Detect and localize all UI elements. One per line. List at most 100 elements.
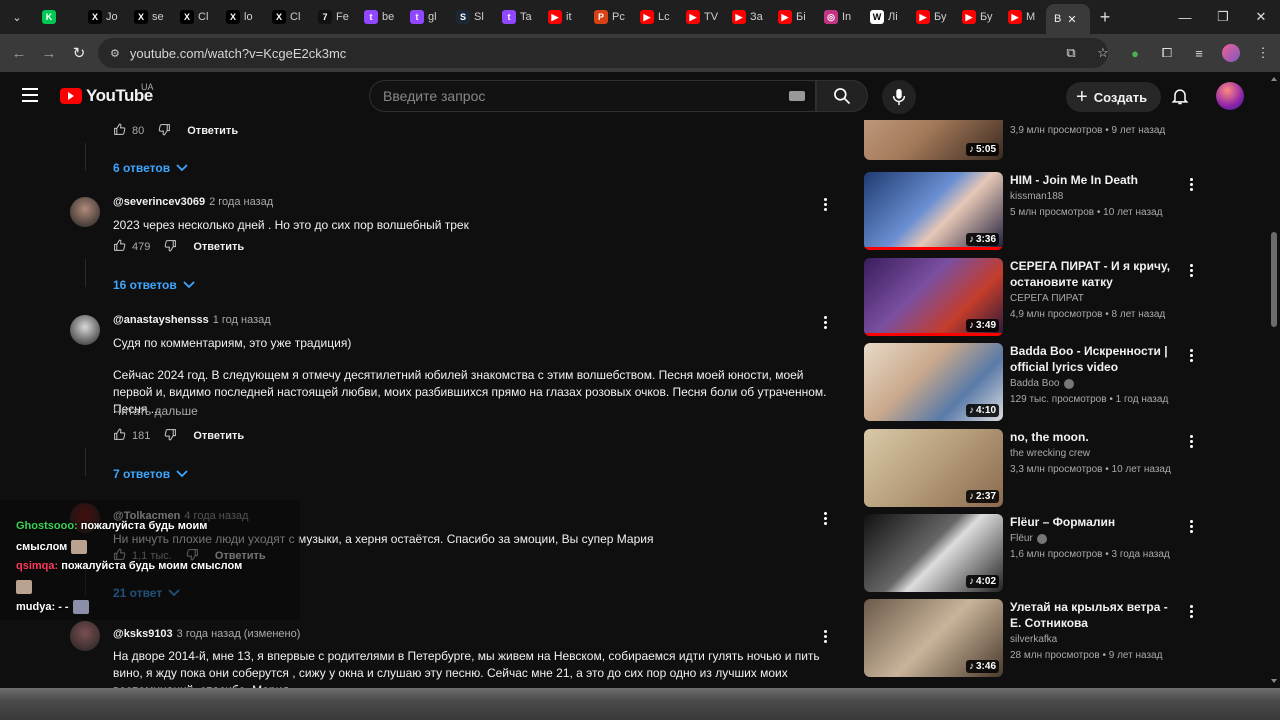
reload-button[interactable]: ↻ <box>64 44 94 62</box>
recommended-video[interactable]: ♪ 4:10 Badda Boo - Искренности | official … <box>864 343 1204 423</box>
video-thumbnail[interactable]: ♪ 4:10 <box>864 343 1003 421</box>
comment-author[interactable]: @anastayshensss <box>113 314 209 326</box>
browser-tab[interactable]: K <box>34 0 80 34</box>
like-button[interactable]: 479 <box>113 239 150 255</box>
recommended-video[interactable]: ♪ 3:46 Улетай на крыльях ветра - Е. Сотник… <box>864 599 1204 679</box>
video-title[interactable]: no, the moon. <box>1010 429 1180 445</box>
video-thumbnail[interactable]: ♪ 4:02 <box>864 514 1003 592</box>
comment-options-icon[interactable] <box>824 512 828 527</box>
omnibox[interactable]: ⚙ youtube.com/watch?v=KcgeE2ck3mc <box>98 38 1108 68</box>
browser-tab[interactable]: W Лі <box>862 0 908 34</box>
browser-tab[interactable]: X Cl <box>264 0 310 34</box>
comment-timestamp[interactable]: 2 года назад <box>209 196 273 208</box>
browser-tab[interactable]: ▶ Lc <box>632 0 678 34</box>
comment-author[interactable]: @ksks9103 <box>113 628 173 640</box>
browser-tab[interactable]: ▶ За <box>724 0 770 34</box>
keyboard-icon[interactable] <box>789 91 805 101</box>
recommended-video[interactable]: ♪ 3:36 HIM - Join Me In Death kissman188 5 м… <box>864 172 1204 252</box>
video-title[interactable]: СЕРЕГА ПИРАТ - И я кричу, остановите кат… <box>1010 258 1180 290</box>
browser-tab[interactable]: ▶ Бі <box>770 0 816 34</box>
video-title[interactable]: Улетай на крыльях ветра - Е. Сотникова <box>1010 599 1180 631</box>
notifications-bell-icon[interactable] <box>1170 86 1190 111</box>
comment-avatar[interactable] <box>70 621 100 651</box>
browser-tab[interactable]: X Cl <box>172 0 218 34</box>
tab-close-icon[interactable]: ✕ <box>1067 13 1076 26</box>
bookmark-star-icon[interactable]: ☆ <box>1094 44 1112 62</box>
comment-options-icon[interactable] <box>824 198 828 213</box>
browser-tab[interactable]: t be <box>356 0 402 34</box>
browser-tab[interactable]: S Sl <box>448 0 494 34</box>
reply-button[interactable]: Ответить <box>193 241 244 253</box>
browser-tab[interactable]: ▶ it <box>540 0 586 34</box>
tab-search-chevron-icon[interactable]: ⌄ <box>0 0 34 34</box>
browser-menu-icon[interactable]: ⋮ <box>1254 44 1272 62</box>
video-thumbnail[interactable]: ♪ 3:36 <box>864 172 1003 250</box>
browser-tab[interactable]: ▶ Бу <box>954 0 1000 34</box>
account-avatar[interactable] <box>1216 82 1244 110</box>
channel-name[interactable]: Flëur <box>1010 533 1047 544</box>
search-input[interactable] <box>383 88 773 104</box>
comment-options-icon[interactable] <box>824 316 828 331</box>
browser-tab[interactable]: ◎ In <box>816 0 862 34</box>
channel-name[interactable]: the wrecking crew <box>1010 448 1090 459</box>
browser-tab[interactable]: 7 Fe <box>310 0 356 34</box>
extension-shield-icon[interactable]: ● <box>1126 44 1144 62</box>
recommended-video[interactable]: ♪ 2:37 no, the moon. the wrecking crew 3,3 м… <box>864 429 1204 509</box>
browser-tab[interactable]: P Pc <box>586 0 632 34</box>
page-scrollbar[interactable] <box>1268 72 1280 688</box>
browser-tab[interactable]: ▶ TV <box>678 0 724 34</box>
video-options-icon[interactable] <box>1190 178 1194 193</box>
back-button[interactable]: ← <box>4 45 34 62</box>
minimize-button[interactable]: — <box>1166 0 1204 34</box>
show-replies-button[interactable]: 16 ответов <box>113 278 195 292</box>
extensions-puzzle-icon[interactable]: ⧠ <box>1158 44 1176 62</box>
browser-tab[interactable]: t gl <box>402 0 448 34</box>
channel-name[interactable]: СЕРЕГА ПИРАТ <box>1010 293 1084 304</box>
video-options-icon[interactable] <box>1190 349 1194 364</box>
read-more-link[interactable]: Читать дальше <box>113 404 198 418</box>
like-button[interactable]: 181 <box>113 428 150 444</box>
video-title[interactable]: HIM - Join Me In Death <box>1010 172 1180 188</box>
video-title[interactable]: Badda Boo - Искренности | official lyric… <box>1010 343 1180 375</box>
browser-tab[interactable]: X Jo <box>80 0 126 34</box>
recommended-video[interactable]: ♪ 5:05 3,9 млн просмотров • 9 лет назад <box>864 120 1204 162</box>
guide-menu-icon[interactable] <box>22 88 38 102</box>
reply-button[interactable]: Ответить <box>187 125 238 137</box>
maximize-button[interactable]: ❐ <box>1204 0 1242 34</box>
video-options-icon[interactable] <box>1190 520 1194 535</box>
comment-avatar[interactable] <box>70 197 100 227</box>
reply-button[interactable]: Ответить <box>193 430 244 442</box>
thumbs-down-icon[interactable] <box>164 428 177 444</box>
comment-timestamp[interactable]: 1 год назад <box>213 314 271 326</box>
install-app-icon[interactable]: ⧉ <box>1062 44 1080 62</box>
youtube-logo[interactable]: YouTube <box>60 86 153 106</box>
recommended-video[interactable]: ♪ 3:49 СЕРЕГА ПИРАТ - И я кричу, остановит… <box>864 258 1204 338</box>
scroll-up-arrow[interactable] <box>1271 77 1277 81</box>
browser-profile-avatar[interactable] <box>1222 44 1240 62</box>
search-button[interactable] <box>816 80 868 112</box>
site-info-icon[interactable]: ⚙ <box>110 47 120 60</box>
show-replies-button[interactable]: 6 ответов <box>113 161 188 175</box>
url-text[interactable]: youtube.com/watch?v=KcgeE2ck3mc <box>130 46 346 61</box>
scroll-down-arrow[interactable] <box>1271 679 1277 683</box>
browser-tab[interactable]: Xlo <box>218 0 264 34</box>
video-title[interactable]: Flëur – Формалин <box>1010 514 1180 530</box>
scroll-thumb[interactable] <box>1271 232 1277 327</box>
browser-tab[interactable]: ▶ Бу <box>908 0 954 34</box>
new-tab-button[interactable]: + <box>1090 7 1120 28</box>
show-replies-button[interactable]: 7 ответов <box>113 467 188 481</box>
comment-timestamp[interactable]: 3 года назад (изменено) <box>177 628 301 640</box>
video-thumbnail[interactable]: ♪ 2:37 <box>864 429 1003 507</box>
media-control-icon[interactable]: ≡ <box>1190 44 1208 62</box>
thumbs-down-icon[interactable] <box>158 123 171 139</box>
video-options-icon[interactable] <box>1190 264 1194 279</box>
thumbs-down-icon[interactable] <box>164 239 177 255</box>
video-options-icon[interactable] <box>1190 435 1194 450</box>
video-thumbnail[interactable]: ♪ 3:46 <box>864 599 1003 677</box>
recommended-video[interactable]: ♪ 4:02 Flëur – Формалин Flëur 1,6 млн просмо… <box>864 514 1204 594</box>
browser-tab[interactable]: t Ta <box>494 0 540 34</box>
like-button[interactable]: 80 <box>113 123 144 139</box>
browser-tab[interactable]: Xse <box>126 0 172 34</box>
channel-name[interactable]: kissman188 <box>1010 191 1063 202</box>
tab-active[interactable]: В ✕ <box>1046 4 1090 34</box>
